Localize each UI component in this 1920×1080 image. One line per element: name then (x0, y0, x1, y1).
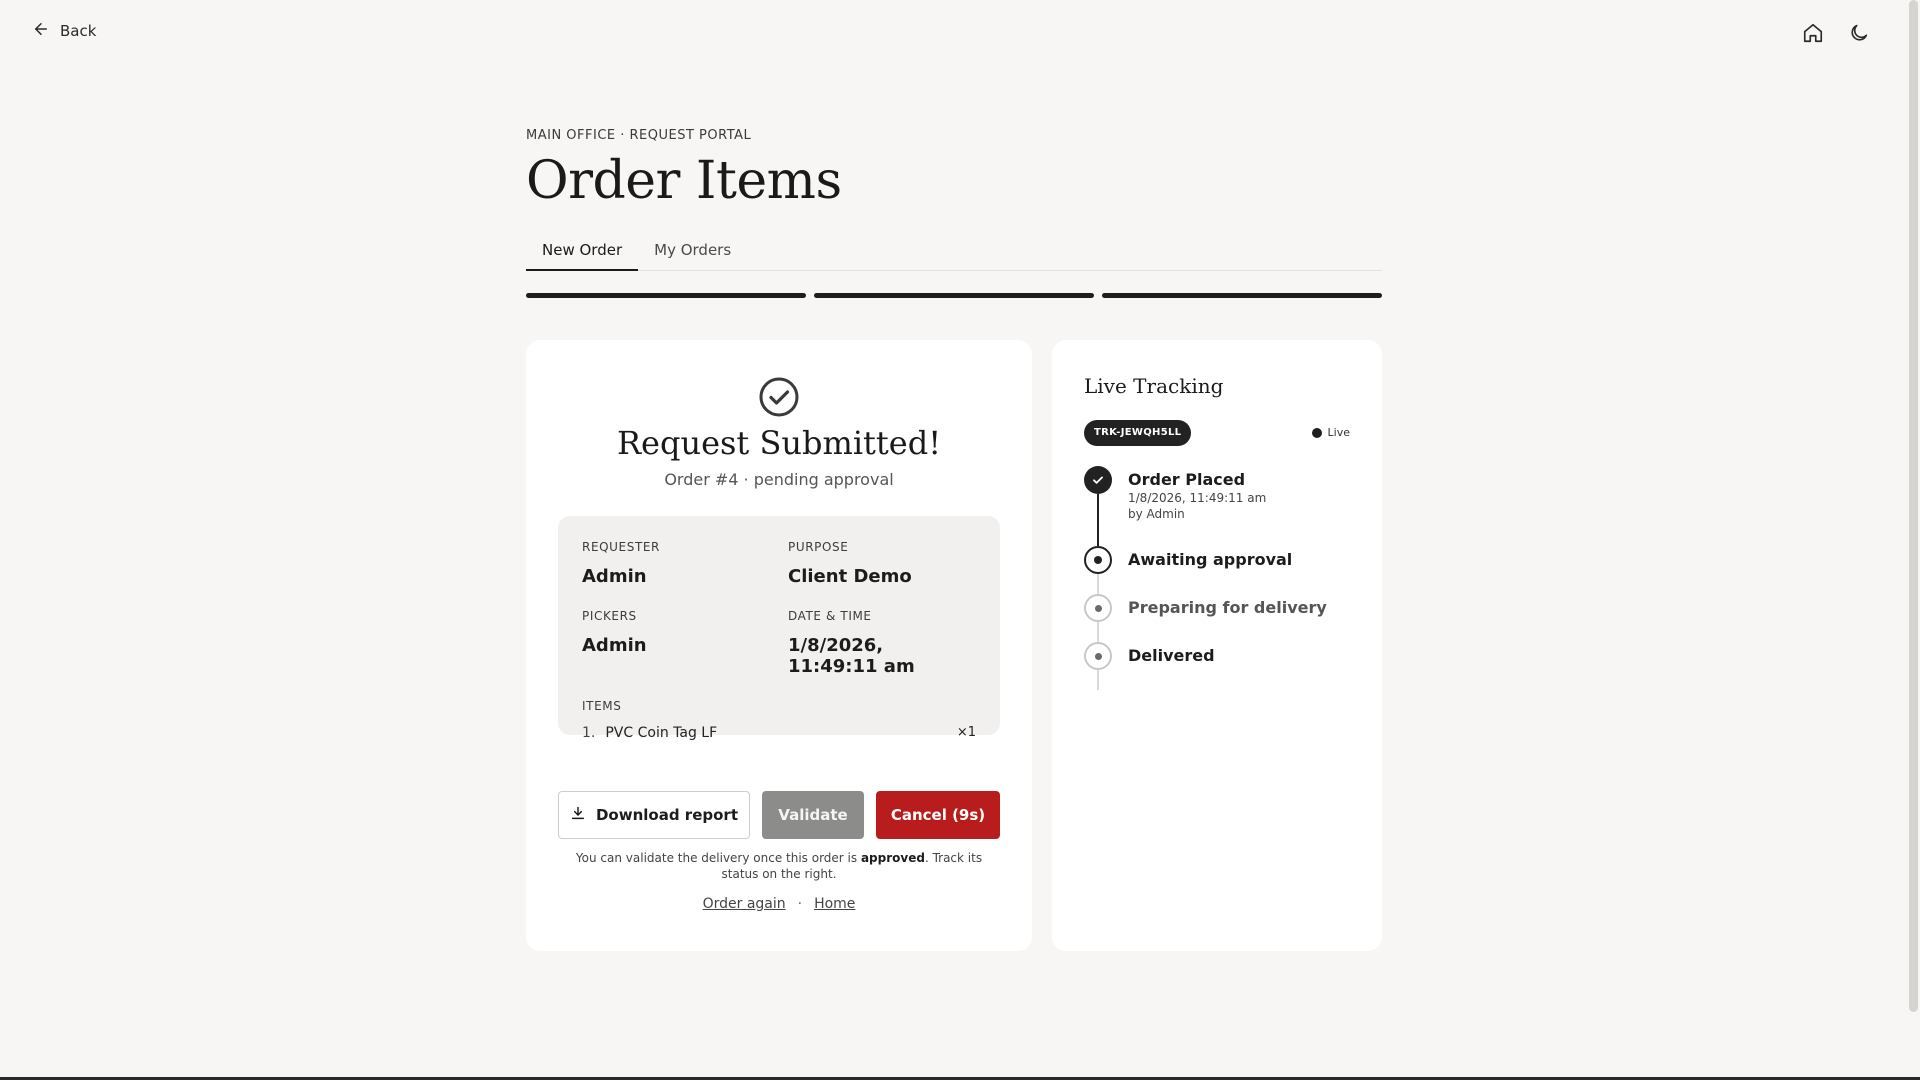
download-report-button[interactable]: Download report (558, 791, 750, 839)
tracking-timeline: Order Placed 1/8/2026, 11:49:11 am by Ad… (1084, 466, 1354, 690)
step-label: Awaiting approval (1128, 550, 1293, 569)
items-label: ITEMS (582, 699, 622, 713)
item-quantity: ×1 (956, 725, 976, 740)
timeline-step-delivered: Delivered (1084, 642, 1354, 690)
step-pending-icon (1084, 594, 1112, 622)
datetime-value: 1/8/2026, 11:49:11 am (788, 635, 915, 677)
datetime-field: DATE & TIME 1/8/2026, 11:49:11 am (788, 609, 976, 677)
order-status-subtitle: Order #4 · pending approval (664, 470, 894, 489)
item-index: 1. (582, 725, 596, 741)
check-circle-icon (758, 376, 800, 418)
step-current-icon (1084, 546, 1112, 574)
step-text: Awaiting approval (1128, 546, 1292, 594)
download-label: Download report (595, 806, 738, 824)
cancel-button[interactable]: Cancel (9s) (876, 791, 1000, 839)
back-button[interactable]: Back (32, 20, 96, 42)
arrow-left-icon (32, 20, 50, 42)
timeline-connector (1097, 574, 1099, 594)
tab-new-order[interactable]: New Order (526, 231, 639, 271)
scrollbar[interactable] (1909, 0, 1918, 1012)
timeline-connector (1097, 494, 1099, 546)
tracking-id-badge: TRK-JEWQH5LL (1084, 420, 1192, 446)
step-pending-icon (1084, 642, 1112, 670)
note-text-start: You can validate the delivery once this … (575, 851, 861, 865)
top-actions (1800, 20, 1872, 46)
home-link[interactable]: Home (814, 896, 855, 912)
timeline-step-order-placed: Order Placed 1/8/2026, 11:49:11 am by Ad… (1084, 466, 1354, 546)
validation-note: You can validate the delivery once this … (558, 850, 1000, 882)
list-item: 1. PVC Coin Tag LF ×1 (582, 725, 976, 741)
footer-links: Order again · Home (526, 896, 1032, 912)
step-timestamp: 1/8/2026, 11:49:11 am (1128, 491, 1267, 505)
tab-my-orders[interactable]: My Orders (638, 231, 747, 271)
confirmation-card: Request Submitted! Order #4 · pending ap… (526, 340, 1032, 951)
step-label: Order Placed (1128, 470, 1246, 489)
page-header: MAIN OFFICE · REQUEST PORTAL Order Items… (526, 128, 1382, 298)
timeline-connector (1097, 622, 1099, 642)
tracking-title: Live Tracking (1084, 374, 1224, 398)
progress-segment (1102, 293, 1382, 298)
order-again-link[interactable]: Order again (703, 896, 786, 912)
requester-field: REQUESTER Admin (582, 540, 788, 587)
download-icon (570, 805, 586, 825)
timeline-step-preparing: Preparing for delivery (1084, 594, 1354, 642)
purpose-label: PURPOSE (788, 540, 849, 554)
step-text: Preparing for delivery (1128, 594, 1327, 642)
step-label: Delivered (1128, 646, 1215, 665)
live-dot-icon (1311, 427, 1322, 438)
home-icon[interactable] (1800, 20, 1826, 46)
step-text: Order Placed 1/8/2026, 11:49:11 am by Ad… (1128, 466, 1266, 546)
live-indicator: Live (1311, 426, 1350, 439)
item-name: PVC Coin Tag LF (605, 725, 718, 741)
confirmation-title: Request Submitted! (616, 424, 942, 462)
progress-segment (526, 293, 806, 298)
step-done-icon (1084, 466, 1112, 494)
pickers-field: PICKERS Admin (582, 609, 788, 677)
live-tracking-card: Live Tracking TRK-JEWQH5LL Live Order Pl… (1052, 340, 1382, 951)
requester-value: Admin (582, 566, 647, 587)
step-label: Preparing for delivery (1128, 598, 1327, 617)
breadcrumb: MAIN OFFICE · REQUEST PORTAL (526, 128, 752, 143)
back-label: Back (60, 22, 97, 40)
datetime-label: DATE & TIME (788, 609, 872, 623)
note-text-bold: approved (860, 851, 925, 865)
step-text: Delivered (1128, 642, 1215, 690)
pickers-label: PICKERS (582, 609, 637, 623)
tab-bar: New Order My Orders (526, 231, 1382, 271)
step-actor: by Admin (1128, 507, 1185, 521)
progress-segment (814, 293, 1094, 298)
purpose-field: PURPOSE Client Demo (788, 540, 976, 587)
timeline-step-awaiting-approval: Awaiting approval (1084, 546, 1354, 594)
link-separator: · (797, 896, 803, 912)
pickers-value: Admin (582, 635, 647, 656)
step-progress (526, 293, 1382, 298)
purpose-value: Client Demo (788, 566, 912, 587)
page-title: Order Items (526, 151, 842, 211)
page: Back MAIN OFFICE · REQUEST PORTAL Order … (0, 0, 1920, 1080)
requester-label: REQUESTER (582, 540, 660, 554)
live-label: Live (1327, 426, 1350, 439)
action-buttons: Download report Validate Cancel (9s) (558, 791, 1000, 839)
moon-icon[interactable] (1846, 20, 1872, 46)
timeline-connector (1097, 670, 1099, 690)
order-details: REQUESTER Admin PURPOSE Client Demo PICK… (558, 516, 1000, 741)
validate-button[interactable]: Validate (762, 791, 864, 839)
